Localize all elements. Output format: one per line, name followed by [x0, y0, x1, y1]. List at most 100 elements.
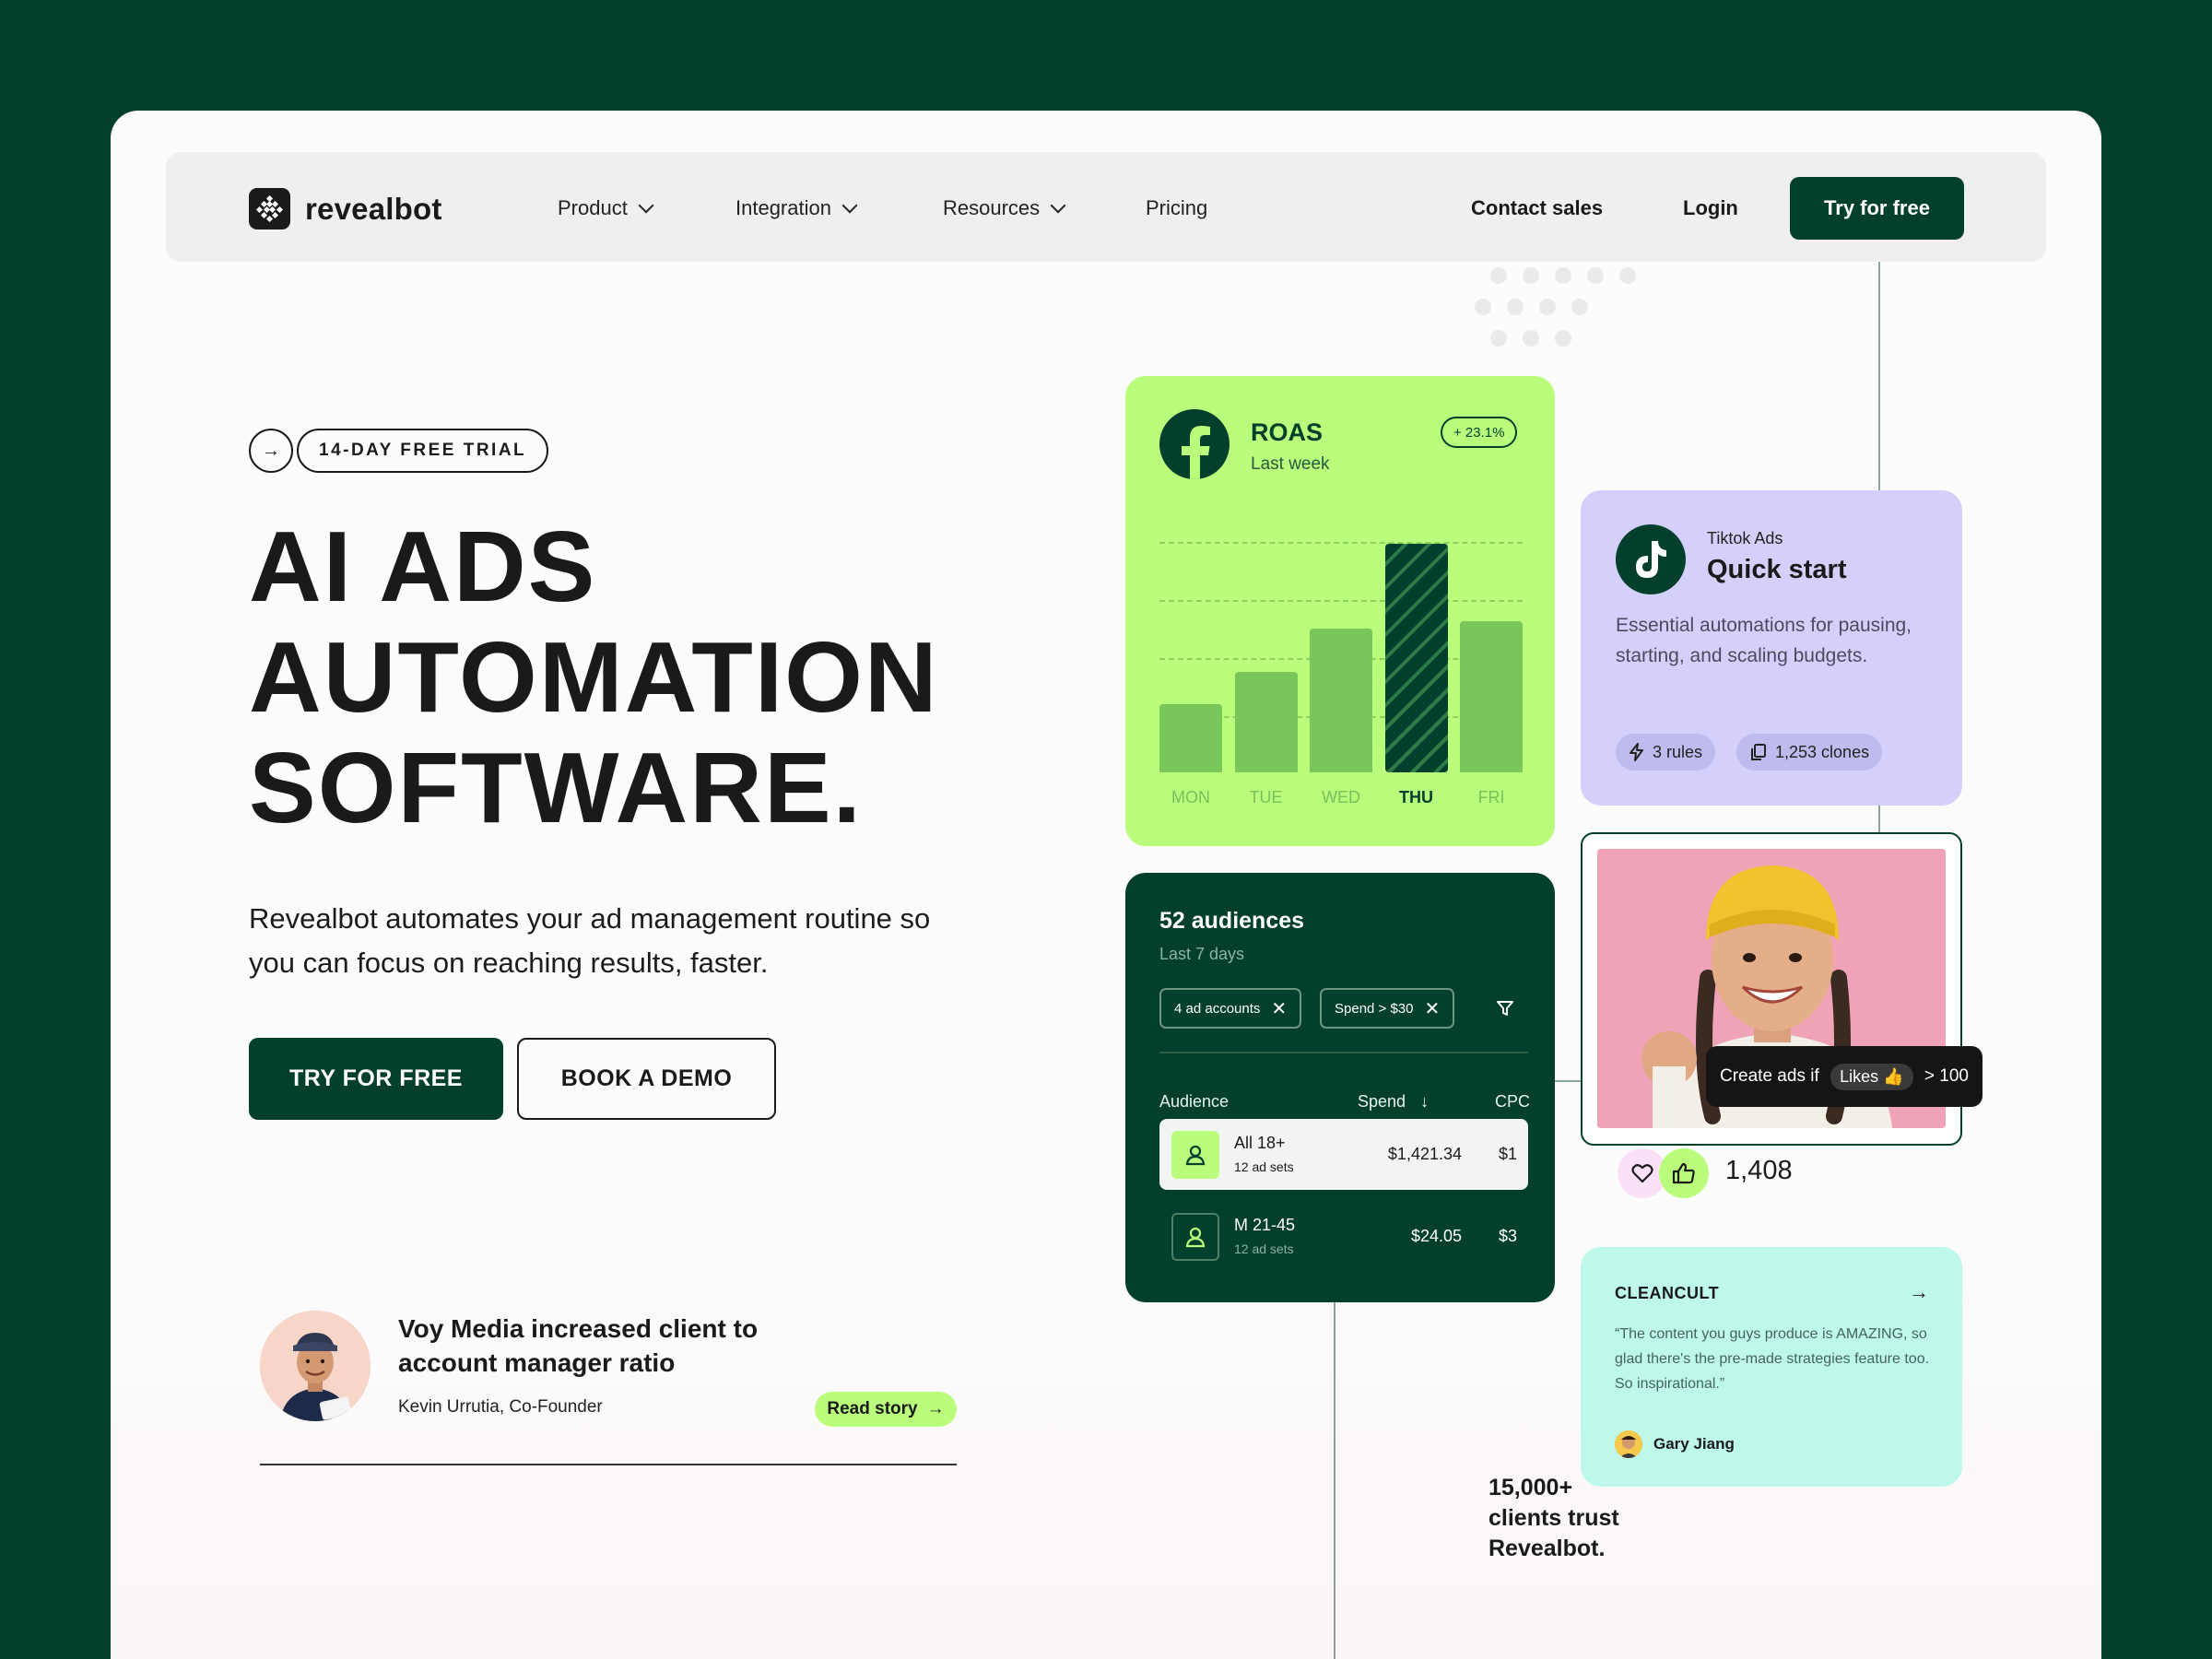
decorative-dot [1555, 267, 1571, 284]
likes-count: 1,408 [1725, 1156, 1793, 1185]
arrow-right-icon: → [926, 1399, 945, 1418]
clones-count: 1,253 clones [1775, 742, 1870, 761]
audience-cpc: $1 [1498, 1145, 1517, 1163]
day-label: FRI [1477, 788, 1505, 806]
audience-spend: $24.05 [1410, 1227, 1462, 1245]
try-for-free-button[interactable]: TRY FOR FREE [249, 1038, 503, 1120]
chart-gridline [1159, 600, 1523, 602]
filter-icon[interactable] [1496, 999, 1514, 1018]
audience-row[interactable]: M 21-45 12 ad sets $24.05 $3 [1159, 1201, 1528, 1272]
story-author: Kevin Urrutia, Co-Founder [398, 1397, 603, 1417]
filter-chip-ad-accounts[interactable]: 4 ad accounts ✕ [1159, 988, 1302, 1029]
tiktok-icon [1616, 524, 1686, 594]
column-audience: Audience [1159, 1092, 1230, 1111]
audiences-card: 52 audiences Last 7 days 4 ad accounts ✕… [1125, 873, 1555, 1302]
hero-subtitle: Revealbot automates your ad management r… [249, 902, 931, 979]
audience-row[interactable]: All 18+ 12 ad sets $1,421.34 $1 [1159, 1119, 1528, 1190]
day-label: THU [1399, 788, 1433, 806]
contact-sales-link[interactable]: Contact sales [1471, 196, 1603, 220]
login-link[interactable]: Login [1683, 196, 1738, 220]
trial-label: 14-DAY FREE TRIAL [297, 429, 549, 473]
read-story-label: Read story [827, 1399, 918, 1418]
brand-logo[interactable]: revealbot [249, 188, 442, 229]
connector-line [1878, 806, 1880, 833]
decorative-dot [1490, 330, 1507, 347]
roas-title: ROAS [1251, 418, 1324, 446]
hero-headline: AI ADS AUTOMATION SOFTWARE. [249, 512, 939, 843]
chevron-down-icon [841, 197, 858, 214]
audience-sets: 12 ad sets [1234, 1159, 1294, 1174]
brand-name: revealbot [305, 191, 442, 226]
decorative-dot [1587, 267, 1604, 284]
nav-product[interactable]: Product [558, 196, 654, 220]
bar-mon [1159, 704, 1222, 772]
testimonial-brand: CLEANCULT [1615, 1284, 1720, 1302]
bar-fri [1460, 621, 1523, 772]
testimonial-text: “The content you guys produce is AMAZING… [1615, 1326, 1930, 1392]
nav-integration-label: Integration [735, 196, 831, 219]
column-spend-label: Spend [1358, 1092, 1406, 1111]
story-avatar [260, 1311, 371, 1421]
connector-line [1555, 1080, 1581, 1082]
testimonial-author: Gary Jiang [1615, 1430, 1735, 1458]
rules-count: 3 rules [1653, 742, 1703, 761]
tooltip-threshold: > 100 [1924, 1066, 1969, 1086]
audience-cpc: $3 [1498, 1227, 1517, 1245]
bar-wed [1310, 629, 1372, 772]
decorative-dot [1539, 299, 1556, 315]
nav-resources[interactable]: Resources [943, 196, 1066, 220]
roas-card[interactable]: ROAS Last week + 23.1% MON TUE WED THU FRI [1125, 376, 1555, 846]
copy-icon [1751, 744, 1766, 760]
tiktok-quickstart-card[interactable]: Tiktok Ads Quick start Essential automat… [1581, 490, 1962, 806]
column-spend[interactable]: Spend ↓ [1358, 1092, 1429, 1112]
bar-thu [1384, 544, 1448, 772]
nav-integration[interactable]: Integration [735, 196, 858, 220]
nav-pricing[interactable]: Pricing [1146, 196, 1207, 220]
arrow-right-icon: → [249, 429, 293, 473]
story-divider [260, 1464, 957, 1465]
connector-line [1334, 1302, 1335, 1659]
roas-subtitle: Last week [1251, 454, 1330, 474]
tooltip-prefix: Create ads if [1720, 1066, 1819, 1086]
logo-mark-icon [249, 188, 290, 229]
day-label: WED [1322, 788, 1360, 806]
trial-badge[interactable]: → 14-DAY FREE TRIAL [249, 429, 549, 473]
column-cpc: CPC [1495, 1092, 1531, 1111]
user-icon [1171, 1213, 1219, 1261]
headline-line-2: AUTOMATION [249, 621, 939, 734]
arrow-down-icon: ↓ [1420, 1092, 1430, 1111]
decorative-dot [1490, 267, 1507, 284]
headline-line-3: SOFTWARE. [249, 732, 863, 844]
audience-name: M 21-45 [1234, 1216, 1296, 1234]
filter-label: 4 ad accounts [1174, 1000, 1261, 1017]
decorative-dot [1555, 330, 1571, 347]
audiences-divider [1159, 1052, 1528, 1053]
automation-rule-tooltip: Create ads if Likes 👍 > 100 [1706, 1046, 1983, 1107]
close-icon[interactable]: ✕ [1271, 997, 1287, 1020]
testimonial-card[interactable]: CLEANCULT → “The content you guys produc… [1581, 1247, 1962, 1487]
tiktok-label: Tiktok Ads [1707, 529, 1783, 547]
story-title: Voy Media increased client to account ma… [398, 1314, 759, 1377]
audience-sets: 12 ad sets [1234, 1241, 1294, 1256]
thumbs-up-icon[interactable] [1659, 1148, 1709, 1198]
tiktok-description: Essential automations for pausing, start… [1616, 615, 1912, 666]
bar-tue [1234, 672, 1298, 772]
chevron-down-icon [1050, 197, 1066, 214]
day-label: MON [1171, 788, 1210, 806]
decorative-dot [1571, 299, 1588, 315]
decorative-dot [1507, 299, 1524, 315]
clients-line-3: Revealbot. [1488, 1535, 1606, 1561]
nav-try-free-button[interactable]: Try for free [1790, 177, 1964, 240]
facebook-icon [1159, 409, 1230, 479]
arrow-right-icon[interactable]: → [1909, 1280, 1929, 1304]
decorative-dot [1523, 267, 1539, 284]
tiktok-title: Quick start [1707, 555, 1847, 584]
filter-chip-spend[interactable]: Spend > $30 ✕ [1320, 988, 1455, 1029]
nav-product-label: Product [558, 196, 628, 219]
book-demo-button[interactable]: BOOK A DEMO [517, 1038, 776, 1120]
read-story-button[interactable]: Read story → [815, 1392, 957, 1427]
user-icon [1171, 1131, 1219, 1179]
clones-chip: 1,253 clones [1736, 734, 1883, 771]
close-icon[interactable]: ✕ [1425, 997, 1441, 1020]
nav-pricing-label: Pricing [1146, 196, 1208, 219]
